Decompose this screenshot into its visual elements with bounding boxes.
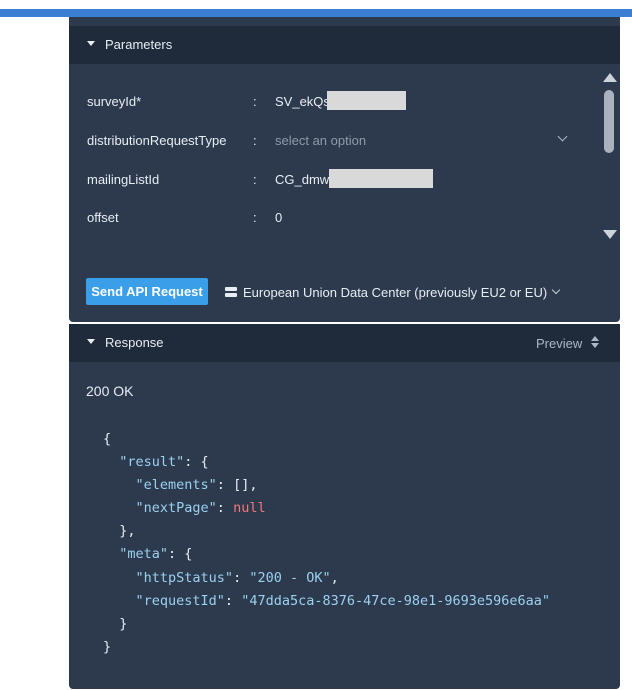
param-label-distribution-request-type: distributionRequestType bbox=[87, 133, 227, 148]
top-accent-bar bbox=[0, 0, 632, 17]
parameters-header[interactable]: Parameters bbox=[69, 26, 620, 64]
parameters-title: Parameters bbox=[105, 37, 173, 52]
json-key: "meta" bbox=[119, 546, 169, 563]
offset-input[interactable]: 0 bbox=[275, 210, 282, 225]
response-panel: Response Preview 200 OK { "result": { "e… bbox=[69, 324, 620, 689]
json-string: "47dda5ca-8376-47ce-98e1-9693e596e6aa" bbox=[241, 592, 551, 609]
param-label-surveyid: surveyId* bbox=[87, 94, 142, 109]
response-title: Response bbox=[105, 335, 164, 350]
json-value: [] bbox=[233, 477, 250, 494]
json-brace: } bbox=[103, 638, 112, 655]
json-brace: { bbox=[103, 431, 112, 447]
view-mode-select[interactable]: Preview bbox=[536, 336, 582, 351]
param-label-mailinglistid: mailingListId bbox=[87, 172, 160, 187]
redacted-value bbox=[329, 169, 433, 188]
json-key: "nextPage" bbox=[135, 500, 217, 517]
param-separator: : bbox=[253, 172, 257, 187]
caret-down-icon[interactable] bbox=[87, 339, 95, 344]
chevron-down-icon[interactable] bbox=[557, 131, 568, 142]
json-key: "elements" bbox=[135, 477, 217, 494]
response-json: { "result": { "elements": [], "nextPage"… bbox=[103, 431, 551, 655]
json-null: null bbox=[233, 500, 266, 517]
param-row-offset: offset : 0 bbox=[69, 207, 599, 227]
server-icon bbox=[225, 287, 237, 297]
parameters-panel: Parameters surveyId* : SV_ekQs distribut… bbox=[69, 17, 620, 322]
accent-stripe bbox=[0, 9, 632, 17]
chevron-down-icon[interactable] bbox=[551, 285, 561, 295]
mailinglistid-input[interactable]: CG_dmw bbox=[275, 172, 329, 187]
response-status: 200 OK bbox=[86, 383, 134, 399]
param-separator: : bbox=[253, 133, 257, 148]
caret-down-icon[interactable] bbox=[87, 41, 95, 46]
surveyid-input[interactable]: SV_ekQs bbox=[275, 94, 330, 109]
distribution-request-type-select[interactable]: select an option bbox=[275, 133, 366, 148]
param-label-offset: offset bbox=[87, 210, 119, 225]
data-center-select[interactable]: European Union Data Center (previously E… bbox=[243, 285, 547, 300]
arrow-up-icon[interactable] bbox=[603, 73, 617, 82]
json-key: "httpStatus" bbox=[135, 569, 234, 586]
send-api-request-button[interactable]: Send API Request bbox=[86, 278, 208, 305]
json-key: "requestId" bbox=[135, 592, 225, 609]
param-row-surveyid: surveyId* : SV_ekQs bbox=[69, 91, 599, 111]
json-key: "result" bbox=[119, 454, 185, 471]
scroll-thumb[interactable] bbox=[604, 90, 614, 153]
json-string: "200 - OK" bbox=[249, 569, 331, 586]
param-separator: : bbox=[253, 210, 257, 225]
sort-icon[interactable] bbox=[591, 336, 599, 348]
response-header[interactable]: Response Preview bbox=[69, 324, 620, 362]
param-row-distribution-request-type: distributionRequestType : select an opti… bbox=[69, 130, 599, 150]
redacted-value bbox=[327, 91, 406, 110]
arrow-down-icon[interactable] bbox=[603, 230, 617, 239]
parameters-scrollbar[interactable] bbox=[602, 73, 617, 243]
param-row-mailinglistid: mailingListId : CG_dmw bbox=[69, 169, 599, 189]
param-separator: : bbox=[253, 94, 257, 109]
